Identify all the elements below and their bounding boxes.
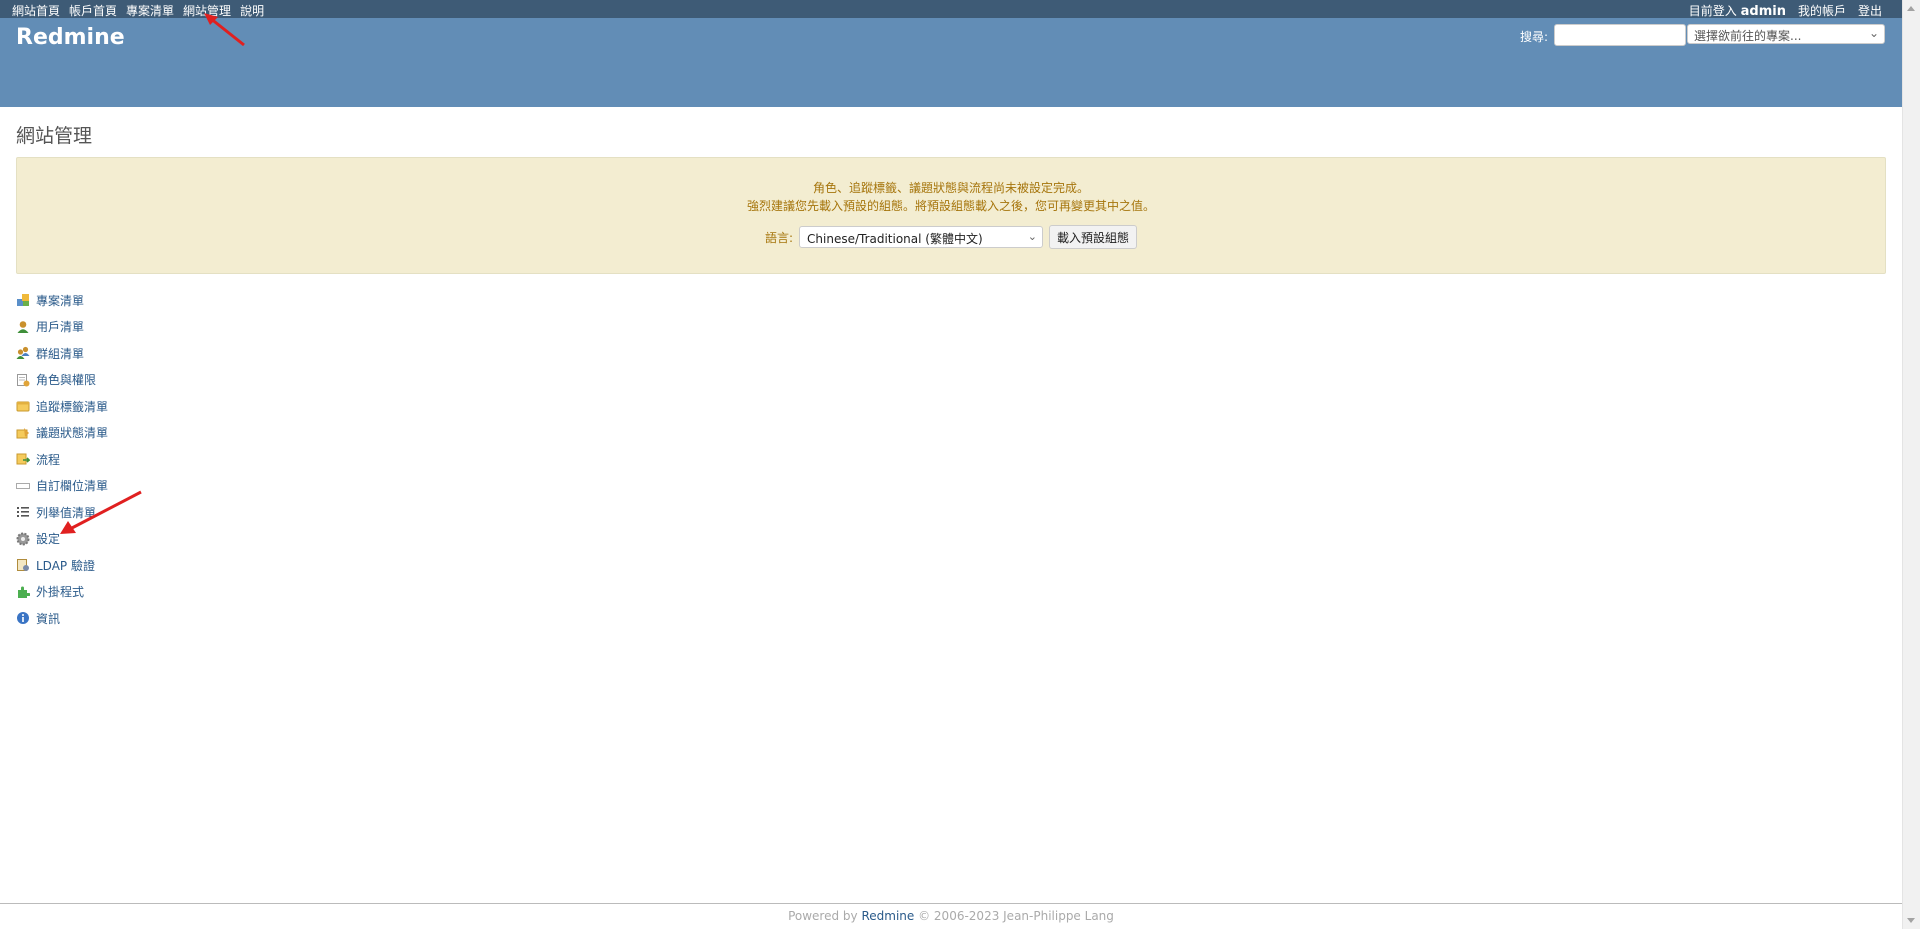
admin-link-settings[interactable]: 設定	[16, 530, 60, 547]
top-link-home[interactable]: 網站首頁	[12, 2, 60, 19]
admin-menu-label: 專案清單	[36, 293, 85, 308]
admin-menu-item-settings: 設定	[16, 526, 108, 553]
footer-prefix: Powered by	[788, 909, 858, 923]
admin-link-issue-statuses[interactable]: 議題狀態清單	[16, 424, 108, 441]
scroll-up-icon[interactable]	[1907, 6, 1915, 11]
username-link[interactable]: admin	[1741, 4, 1786, 19]
admin-menu-label: 追蹤標籤清單	[36, 399, 109, 414]
top-menu-right: 目前登入 admin 我的帳戶 登出	[1689, 2, 1882, 19]
admin-link-projects[interactable]: 專案清單	[16, 292, 84, 309]
scroll-down-icon[interactable]	[1907, 918, 1915, 923]
projects-icon	[16, 293, 30, 307]
admin-link-custom-fields[interactable]: 自訂欄位清單	[16, 477, 108, 494]
roles-icon	[16, 373, 30, 387]
ldap-icon	[16, 558, 30, 572]
admin-menu-label: 流程	[36, 452, 61, 467]
admin-link-info[interactable]: 資訊	[16, 610, 60, 627]
admin-menu-label: 設定	[36, 532, 61, 547]
admin-menu-item-enumerations: 列舉值清單	[16, 499, 108, 526]
admin-menu-label: 議題狀態清單	[36, 426, 109, 441]
plugin-icon	[16, 585, 31, 599]
admin-menu: 專案清單 用戶清單 群組清單 角色與權限 追蹤標籤清單 議題狀態清單 流程 自訂…	[16, 287, 108, 632]
group-icon	[16, 346, 30, 360]
admin-menu-item-issue-statuses: 議題狀態清單	[16, 420, 108, 447]
admin-menu-label: 角色與權限	[36, 373, 97, 388]
admin-link-users[interactable]: 用戶清單	[16, 318, 84, 335]
logged-as: 目前登入 admin	[1689, 2, 1786, 19]
admin-menu-item-trackers: 追蹤標籤清單	[16, 393, 108, 420]
load-default-form: 語言: Chinese/Traditional (繁體中文) ⌄ 載入預設組態	[17, 225, 1885, 249]
tracker-icon	[16, 399, 30, 413]
vertical-scrollbar[interactable]	[1902, 0, 1920, 929]
load-default-config-button[interactable]: 載入預設組態	[1049, 225, 1138, 249]
admin-menu-label: LDAP 驗證	[36, 558, 95, 573]
project-jump-select[interactable]: 選擇欲前往的專案... ⌄	[1687, 24, 1885, 44]
admin-menu-label: 資訊	[36, 611, 61, 626]
admin-menu-label: 群組清單	[36, 346, 85, 361]
language-label: 語言:	[764, 230, 794, 245]
info-icon	[16, 611, 30, 625]
warning-line-2: 強烈建議您先載入預設的組態。將預設組態載入之後，您可再變更其中之值。	[746, 199, 1155, 213]
admin-link-plugins[interactable]: 外掛程式	[16, 583, 84, 600]
admin-link-trackers[interactable]: 追蹤標籤清單	[16, 398, 108, 415]
admin-menu-item-info: 資訊	[16, 605, 108, 632]
admin-link-roles[interactable]: 角色與權限	[16, 371, 96, 388]
admin-menu-item-projects: 專案清單	[16, 287, 108, 314]
list-icon	[16, 505, 30, 519]
admin-menu-label: 用戶清單	[36, 320, 85, 335]
project-jump-placeholder: 選擇欲前往的專案...	[1694, 29, 1802, 43]
issue-status-icon	[16, 426, 30, 440]
admin-menu-item-roles: 角色與權限	[16, 367, 108, 394]
top-link-help[interactable]: 說明	[240, 2, 264, 19]
logged-as-label: 目前登入	[1688, 4, 1737, 18]
admin-menu-item-groups: 群組清單	[16, 340, 108, 367]
gear-icon	[16, 532, 30, 546]
chevron-down-icon: ⌄	[1027, 230, 1038, 243]
language-select-value: Chinese/Traditional (繁體中文)	[807, 232, 983, 246]
search-label: 搜尋:	[1520, 30, 1549, 44]
footer-redmine-link[interactable]: Redmine	[861, 909, 914, 923]
header: Redmine 搜尋: 選擇欲前往的專案... ⌄	[0, 18, 1902, 107]
chevron-down-icon: ⌄	[1868, 26, 1879, 40]
top-menu: 網站首頁 帳戶首頁 專案清單 網站管理 說明 目前登入 admin 我的帳戶 登…	[0, 0, 1902, 19]
admin-menu-label: 列舉值清單	[36, 505, 97, 520]
admin-menu-item-plugins: 外掛程式	[16, 579, 108, 606]
top-link-projects[interactable]: 專案清單	[126, 2, 174, 19]
admin-link-groups[interactable]: 群組清單	[16, 345, 84, 362]
page-title: 網站管理	[16, 125, 93, 147]
admin-link-enumerations[interactable]: 列舉值清單	[16, 504, 96, 521]
admin-link-workflows[interactable]: 流程	[16, 451, 60, 468]
custom-field-icon	[16, 479, 30, 493]
top-link-administration[interactable]: 網站管理	[183, 2, 231, 19]
user-icon	[16, 320, 30, 334]
workflow-icon	[16, 452, 31, 466]
admin-menu-item-custom-fields: 自訂欄位清單	[16, 473, 108, 500]
top-menu-left: 網站首頁 帳戶首頁 專案清單 網站管理 說明	[12, 2, 264, 19]
footer-copyright: © 2006-2023 Jean-Philippe Lang	[918, 909, 1114, 923]
admin-menu-item-ldap: LDAP 驗證	[16, 552, 108, 579]
logout-link[interactable]: 登出	[1858, 2, 1882, 19]
top-link-my-page[interactable]: 帳戶首頁	[69, 2, 117, 19]
admin-menu-item-users: 用戶清單	[16, 314, 108, 341]
admin-menu-label: 外掛程式	[36, 585, 85, 600]
warning-line-1: 角色、追蹤標籤、議題狀態與流程尚未被設定完成。	[812, 181, 1089, 195]
search-input[interactable]	[1554, 24, 1686, 46]
language-select[interactable]: Chinese/Traditional (繁體中文) ⌄	[799, 226, 1044, 248]
admin-menu-item-workflows: 流程	[16, 446, 108, 473]
default-config-warning: 角色、追蹤標籤、議題狀態與流程尚未被設定完成。 強烈建議您先載入預設的組態。將預…	[16, 157, 1886, 274]
footer: Powered by Redmine © 2006-2023 Jean-Phil…	[0, 903, 1902, 929]
my-account-link[interactable]: 我的帳戶	[1798, 2, 1846, 19]
admin-link-ldap[interactable]: LDAP 驗證	[16, 557, 95, 574]
app-title[interactable]: Redmine	[16, 25, 125, 50]
admin-menu-label: 自訂欄位清單	[36, 479, 109, 494]
